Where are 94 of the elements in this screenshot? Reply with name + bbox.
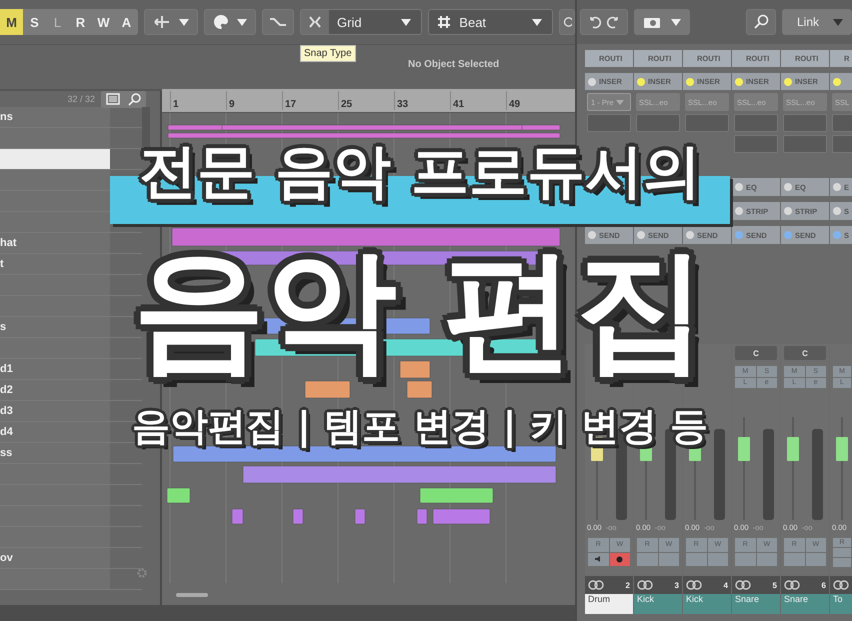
channel-number: 3: [674, 580, 679, 590]
search-icon: [753, 14, 769, 30]
mode-button[interactable]: W: [92, 9, 115, 35]
snap-type-dropdown[interactable]: Grid: [300, 9, 422, 35]
record-icon: [616, 556, 624, 563]
track-row[interactable]: ov: [0, 548, 110, 568]
track-row[interactable]: s: [0, 317, 110, 337]
channel-name[interactable]: Snare: [732, 594, 780, 614]
caret-icon: [833, 18, 843, 26]
quantize-button[interactable]: [559, 9, 575, 35]
snap-tooltip: Snap Type: [300, 45, 356, 62]
track-row[interactable]: [0, 212, 110, 232]
caret-icon: [237, 18, 247, 26]
channel-name[interactable]: Snare: [781, 594, 829, 614]
ruler-mark: 9: [226, 91, 235, 110]
overlay-subtitle: 음악편집 | 템포 변경 | 키 변경 등: [132, 407, 708, 446]
caret-icon: [671, 18, 681, 26]
list-icon: [106, 93, 120, 105]
ruler-mark: 41: [450, 91, 464, 110]
empty-slot[interactable]: [587, 114, 631, 132]
track-row[interactable]: d3: [0, 401, 110, 421]
palette-icon: [213, 14, 229, 30]
track-row[interactable]: d1: [0, 359, 110, 379]
curve-button[interactable]: [262, 9, 294, 35]
record-button[interactable]: [610, 552, 630, 566]
channel-name[interactable]: Kick: [634, 594, 682, 614]
camera-icon: [643, 15, 661, 29]
curve-icon: [269, 15, 287, 29]
track-row[interactable]: [0, 149, 110, 169]
channel-number: 2: [626, 580, 630, 590]
tool-button[interactable]: [144, 9, 198, 35]
mode-button[interactable]: R: [69, 9, 92, 35]
empty-slot[interactable]: [734, 135, 778, 153]
link-dropdown[interactable]: Link: [782, 9, 852, 35]
snap-icon: [307, 14, 323, 30]
undo-redo-buttons[interactable]: [580, 9, 628, 35]
crosshair-icon: [153, 14, 171, 30]
ruler-mark: 25: [338, 91, 352, 110]
list-search-buttons[interactable]: [101, 90, 146, 108]
palette-button[interactable]: [204, 9, 256, 35]
track-count: 32 / 32: [67, 94, 95, 104]
track-row[interactable]: t: [0, 254, 110, 274]
empty-slot[interactable]: [783, 114, 827, 132]
empty-slot[interactable]: [783, 135, 827, 153]
channel-name[interactable]: Kick: [683, 594, 731, 614]
empty-slot[interactable]: [636, 114, 680, 132]
info-text: No Object Selected: [408, 59, 500, 70]
caret-icon: [616, 100, 624, 104]
search-button[interactable]: [746, 9, 776, 35]
track-row[interactable]: ns: [0, 107, 110, 127]
track-row[interactable]: [0, 191, 110, 211]
caret-icon: [401, 18, 412, 26]
channel-name[interactable]: Drum: [585, 594, 633, 614]
pan-knob[interactable]: C: [784, 346, 826, 360]
ruler-mark: 49: [506, 91, 520, 110]
track-row[interactable]: ss: [0, 443, 110, 463]
undo-redo-icon: [587, 15, 621, 29]
track-row[interactable]: hat: [0, 233, 110, 253]
mode-button[interactable]: M: [0, 9, 23, 35]
ruler-mark: 1: [170, 91, 179, 110]
channel-number: 4: [724, 580, 728, 590]
channel-name[interactable]: To: [830, 594, 852, 614]
mode-button[interactable]: A: [115, 9, 138, 35]
hash-icon: [437, 15, 452, 29]
track-row[interactable]: d4: [0, 422, 110, 442]
pan-knob[interactable]: C: [735, 346, 777, 360]
stereo-icon: [784, 580, 800, 590]
snapshot-button[interactable]: [634, 9, 690, 35]
gear-icon[interactable]: [136, 567, 148, 579]
fader-handle[interactable]: [738, 436, 750, 461]
track-row[interactable]: [0, 170, 110, 190]
mode-button[interactable]: S: [23, 9, 46, 35]
track-row[interactable]: [0, 128, 110, 148]
empty-slot[interactable]: [734, 114, 778, 132]
stereo-icon: [637, 580, 653, 590]
fader-handle[interactable]: [836, 436, 848, 461]
channel-number: 5: [772, 580, 777, 590]
ruler-mark: 33: [394, 91, 408, 110]
scrollbar[interactable]: [176, 593, 208, 597]
speaker-icon: [594, 555, 602, 564]
monitor-button[interactable]: [588, 552, 608, 566]
channel-number: 6: [822, 580, 826, 590]
caret-icon: [179, 18, 189, 26]
caret-icon: [532, 18, 542, 26]
stereo-icon: [588, 580, 604, 590]
empty-slot[interactable]: [685, 114, 729, 132]
track-row[interactable]: d2: [0, 380, 110, 400]
stereo-icon: [833, 580, 849, 590]
stereo-icon: [686, 580, 702, 590]
search-icon: [128, 92, 141, 106]
ruler-mark: 17: [282, 91, 296, 110]
grid-unit-dropdown[interactable]: Beat: [428, 9, 553, 35]
stereo-icon: [735, 580, 751, 590]
fader-handle[interactable]: [787, 436, 800, 461]
